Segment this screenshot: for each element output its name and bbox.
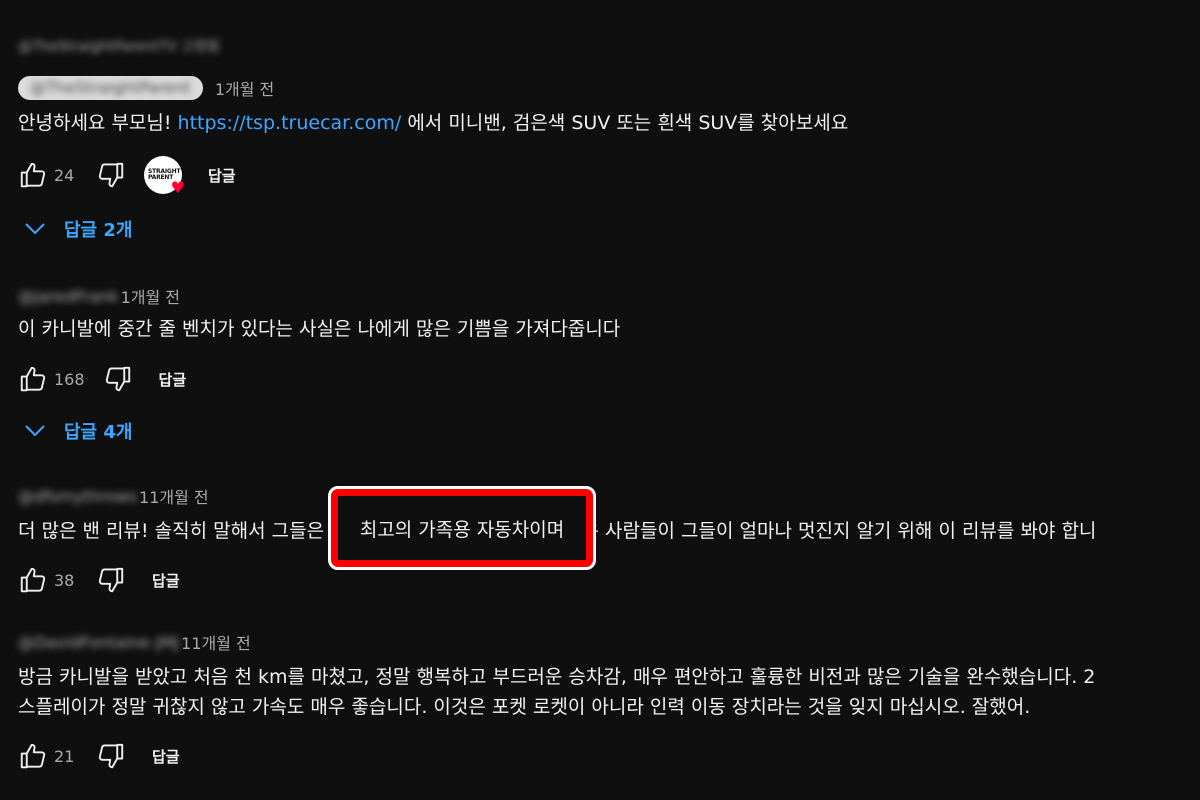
comment-link[interactable]: https://tsp.truecar.com/ <box>178 112 402 134</box>
reply-button[interactable]: 답글 <box>159 369 187 390</box>
chevron-down-icon <box>25 425 45 437</box>
comment-actions: 21 답글 <box>18 738 180 774</box>
thumbs-down-icon[interactable] <box>96 565 126 595</box>
comment-meta: @dfsmythrows 11개월 전 <box>18 484 209 508</box>
view-replies-button[interactable]: 답글 4개 <box>24 416 132 446</box>
comment-text-part: 더 많은 사람들이 그들이 얼마나 멋진지 알기 위해 이 리뷰를 봐야 합니 <box>534 520 1097 542</box>
author-handle[interactable]: @dfsmythrows <box>18 487 137 506</box>
like-count: 38 <box>54 570 75 590</box>
comment-text-line: 방금 카니발을 받았고 처음 천 km를 마쳤고, 정말 행복하고 부드러운 승… <box>18 666 1096 688</box>
comment-actions: 24 STRAIGHT PARENT ♥ 답글 <box>18 156 236 197</box>
comment-actions: 168 답글 <box>18 361 186 397</box>
comment-text-part: 더 많은 밴 리뷰! 솔직히 말해서 그들은 <box>18 520 331 542</box>
thumbs-up-icon[interactable] <box>18 160 48 190</box>
highlight-text: 최고의 가족용 자동차이며 <box>338 496 586 560</box>
thumbs-down-icon[interactable] <box>96 160 126 190</box>
reply-button[interactable]: 답글 <box>152 746 180 767</box>
comment-timestamp[interactable]: 11개월 전 <box>139 484 209 508</box>
thumbs-down-icon[interactable] <box>96 741 126 771</box>
pinned-header-text: @TheStraightParentTV 고정됨 <box>18 39 220 55</box>
author-handle[interactable]: @JaredFrank <box>18 287 119 306</box>
comment-text-line: 스플레이가 정말 귀찮지 않고 가속도 매우 좋습니다. 이것은 포켓 로켓이 … <box>18 696 1031 718</box>
author-handle[interactable]: @DavidFontaine-JMJ <box>18 633 179 652</box>
author-handle-badge[interactable]: @TheStraightParent <box>18 76 203 100</box>
thumbs-up-icon[interactable] <box>18 741 48 771</box>
like-count: 24 <box>54 165 75 185</box>
view-replies-label: 답글 4개 <box>64 422 133 443</box>
comment-timestamp[interactable]: 1개월 전 <box>215 76 274 100</box>
comments-section: @TheStraightParentTV 고정됨 @TheStraightPar… <box>0 0 1200 800</box>
comment-text-part: 에서 미니밴, 검은색 SUV 또는 흰색 SUV를 찾아보세요 <box>401 112 849 134</box>
like-count: 21 <box>54 746 75 766</box>
chevron-down-icon <box>25 223 45 235</box>
creator-heart-avatar: STRAIGHT PARENT ♥ <box>144 156 185 197</box>
highlight-annotation: 최고의 가족용 자동차이며 <box>328 486 596 570</box>
heart-icon: ♥ <box>170 178 185 197</box>
comment-meta: @DavidFontaine-JMJ 11개월 전 <box>18 630 251 654</box>
comment-meta: @TheStraightParent 1개월 전 <box>18 76 274 100</box>
comment-actions: 38 답글 <box>18 562 180 598</box>
thumbs-up-icon[interactable] <box>18 364 48 394</box>
pinned-header: @TheStraightParentTV 고정됨 <box>18 34 220 58</box>
comment-text: 이 카니발에 중간 줄 벤치가 있다는 사실은 나에게 많은 기쁨을 가져다줍니… <box>18 318 621 340</box>
comment-text: 안녕하세요 부모님! https://tsp.truecar.com/ 에서 미… <box>18 108 848 138</box>
like-count: 168 <box>54 369 85 389</box>
reply-button[interactable]: 답글 <box>208 165 236 186</box>
reply-button[interactable]: 답글 <box>152 570 180 591</box>
comment-timestamp[interactable]: 1개월 전 <box>121 284 180 308</box>
comment-timestamp[interactable]: 11개월 전 <box>181 630 251 654</box>
view-replies-button[interactable]: 답글 2개 <box>24 214 132 244</box>
comment-text-part: 안녕하세요 부모님! <box>18 112 178 134</box>
thumbs-up-icon[interactable] <box>18 565 48 595</box>
comment-meta: @JaredFrank 1개월 전 <box>18 284 180 308</box>
view-replies-label: 답글 2개 <box>64 220 133 241</box>
author-handle: @TheStraightParent <box>30 78 191 97</box>
thumbs-down-icon[interactable] <box>103 364 133 394</box>
